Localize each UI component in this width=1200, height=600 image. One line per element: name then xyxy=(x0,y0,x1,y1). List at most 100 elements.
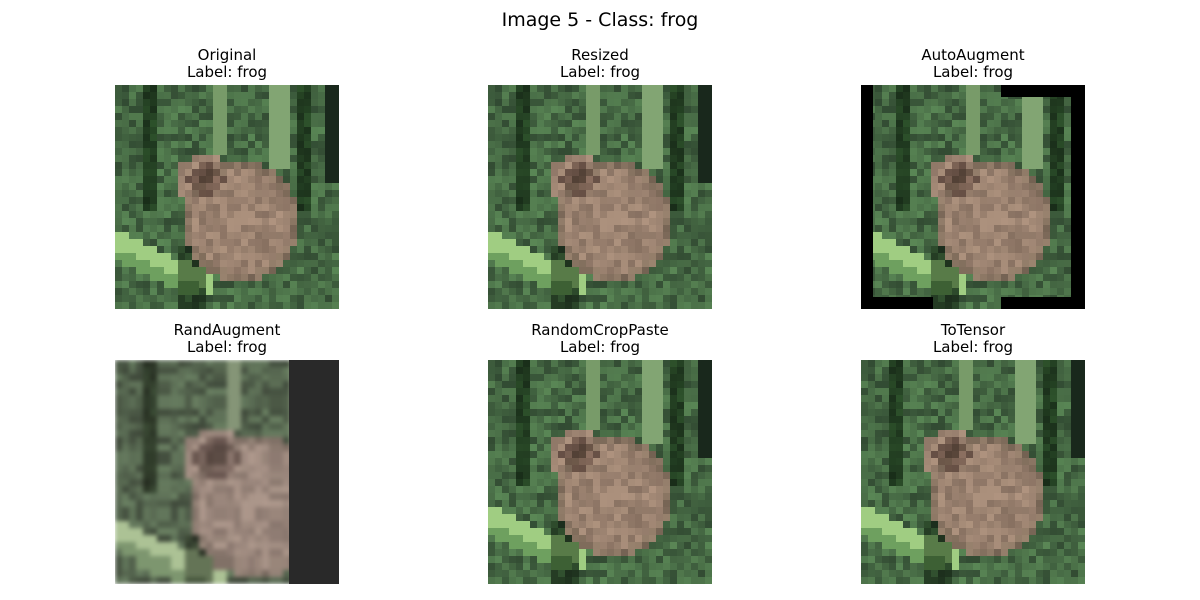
image-pixel xyxy=(1029,148,1037,156)
image-pixel xyxy=(565,169,573,177)
image-pixel xyxy=(488,521,496,529)
image-pixel xyxy=(220,183,228,191)
image-pixel xyxy=(691,444,699,452)
image-pixel xyxy=(509,458,517,466)
image-pixel xyxy=(248,183,256,191)
image-pixel xyxy=(973,260,981,268)
image-pixel xyxy=(192,281,200,289)
image-pixel xyxy=(586,479,594,487)
image-pixel xyxy=(213,563,221,571)
image-pixel xyxy=(889,106,897,114)
image-pixel xyxy=(178,281,186,289)
image-pixel xyxy=(325,218,333,226)
frog-image-original xyxy=(115,85,339,309)
image-pixel xyxy=(255,556,263,564)
image-pixel xyxy=(628,416,636,424)
image-pixel xyxy=(973,176,981,184)
image-pixel xyxy=(558,106,566,114)
image-pixel xyxy=(523,451,531,459)
image-pixel xyxy=(248,204,256,212)
image-pixel xyxy=(635,479,643,487)
image-pixel xyxy=(495,204,503,212)
image-pixel xyxy=(586,225,594,233)
image-pixel xyxy=(579,183,587,191)
image-pixel xyxy=(973,190,981,198)
image-pixel xyxy=(1050,267,1058,275)
image-pixel xyxy=(607,99,615,107)
image-pixel xyxy=(1008,218,1016,226)
panel-caption: Original Label: frog xyxy=(115,47,339,83)
image-pixel xyxy=(206,113,214,121)
image-pixel xyxy=(649,204,657,212)
image-pixel xyxy=(523,176,531,184)
image-pixel xyxy=(945,239,953,247)
image-pixel xyxy=(621,451,629,459)
image-pixel xyxy=(227,437,235,445)
image-pixel xyxy=(227,556,235,564)
image-pixel xyxy=(502,451,510,459)
image-pixel xyxy=(227,113,235,121)
image-pixel xyxy=(122,577,130,584)
image-pixel xyxy=(269,183,277,191)
image-pixel xyxy=(691,395,699,403)
image-pixel xyxy=(1001,225,1009,233)
image-pixel xyxy=(213,416,221,424)
image-pixel xyxy=(199,437,207,445)
image-pixel xyxy=(698,479,706,487)
image-pixel xyxy=(593,416,601,424)
image-pixel xyxy=(185,577,193,584)
image-pixel xyxy=(551,106,559,114)
image-pixel xyxy=(537,106,545,114)
image-pixel xyxy=(663,246,671,254)
image-pixel xyxy=(684,267,692,275)
image-pixel xyxy=(705,465,712,473)
image-pixel xyxy=(635,169,643,177)
image-pixel xyxy=(579,176,587,184)
image-pixel xyxy=(248,402,256,410)
image-pixel xyxy=(234,437,242,445)
image-pixel xyxy=(304,218,312,226)
image-pixel xyxy=(593,218,601,226)
image-pixel xyxy=(663,183,671,191)
image-pixel xyxy=(572,190,580,198)
image-pixel xyxy=(952,288,960,296)
image-pixel xyxy=(656,416,664,424)
image-pixel xyxy=(509,85,517,93)
image-pixel xyxy=(544,451,552,459)
image-pixel xyxy=(178,416,186,424)
image-pixel xyxy=(663,141,671,149)
image-pixel xyxy=(241,423,249,431)
image-pixel xyxy=(677,367,685,375)
image-pixel xyxy=(311,253,319,261)
image-pixel xyxy=(495,267,503,275)
image-pixel xyxy=(171,374,179,382)
image-pixel xyxy=(889,141,897,149)
image-pixel xyxy=(1057,127,1065,135)
image-pixel xyxy=(938,120,946,128)
image-pixel xyxy=(234,218,242,226)
image-pixel xyxy=(185,430,193,438)
image-pixel xyxy=(649,451,657,459)
image-pixel xyxy=(691,514,699,522)
image-pixel xyxy=(297,197,305,205)
image-pixel xyxy=(488,169,496,177)
image-pixel xyxy=(973,239,981,247)
image-pixel xyxy=(1015,281,1023,289)
image-pixel xyxy=(642,472,650,480)
image-pixel xyxy=(586,197,594,205)
image-pixel xyxy=(495,155,503,163)
image-pixel xyxy=(952,162,960,170)
image-pixel xyxy=(544,134,552,142)
image-pixel xyxy=(1050,246,1058,254)
image-pixel xyxy=(164,479,172,487)
image-pixel xyxy=(600,295,608,303)
image-pixel xyxy=(621,127,629,135)
image-pixel xyxy=(1001,155,1009,163)
image-pixel xyxy=(495,458,503,466)
image-pixel xyxy=(600,528,608,536)
image-pixel xyxy=(945,148,953,156)
image-pixel xyxy=(621,458,629,466)
image-pixel xyxy=(157,190,165,198)
image-pixel xyxy=(973,141,981,149)
image-pixel xyxy=(115,99,123,107)
